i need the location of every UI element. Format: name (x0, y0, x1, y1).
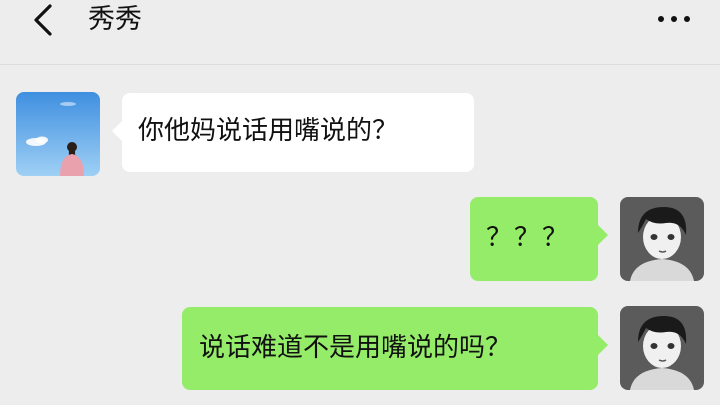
chevron-left-icon (34, 4, 52, 36)
message-bubble-received[interactable]: 你他妈说话用嘴说的？ (112, 93, 474, 172)
chat-title: 秀秀 (88, 4, 142, 35)
message-text: 说话难道不是用嘴说的吗？ (199, 333, 512, 363)
bubble-tail (598, 335, 608, 355)
message-text: ？？？ (486, 223, 571, 253)
more-dots-icon (658, 16, 664, 22)
contact-avatar[interactable] (16, 92, 100, 176)
back-button[interactable] (22, 0, 66, 40)
my-avatar[interactable] (620, 197, 704, 281)
my-avatar[interactable] (620, 306, 704, 390)
more-options-button[interactable] (650, 4, 698, 34)
bubble-tail (112, 121, 122, 141)
message-text: 你他妈说话用嘴说的？ (138, 116, 399, 146)
more-dots-icon (671, 16, 677, 22)
bubble-tail (598, 225, 608, 245)
chat-header: 秀秀 (0, 0, 720, 65)
message-bubble-sent[interactable]: ？？？ (470, 197, 608, 281)
message-bubble-sent[interactable]: 说话难道不是用嘴说的吗？ (182, 307, 608, 390)
more-dots-icon (684, 16, 690, 22)
